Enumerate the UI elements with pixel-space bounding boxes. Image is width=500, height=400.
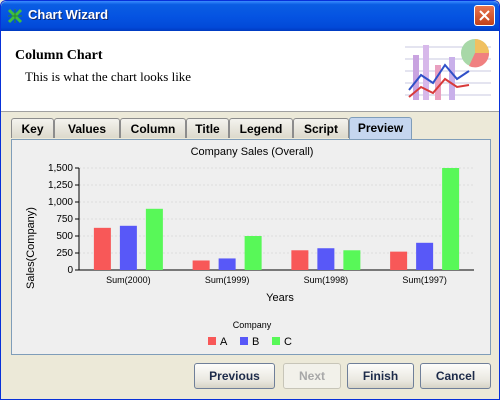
x-tick-label: Sum(1999) (205, 275, 250, 285)
tab-script[interactable]: Script (293, 118, 349, 138)
y-tick-label: 1,000 (48, 197, 73, 208)
chart-title: Company Sales (Overall) (191, 146, 314, 158)
legend-label-a: A (220, 336, 228, 348)
y-tick-label: 1,250 (48, 180, 73, 191)
bar-b-1 (218, 258, 236, 270)
bar-b-0 (119, 225, 137, 270)
y-tick-label: 750 (56, 214, 73, 225)
legend-title: Company (233, 320, 272, 330)
legend-label-b: B (252, 336, 259, 348)
bar-a-3 (390, 251, 408, 270)
close-icon (479, 10, 490, 21)
next-button[interactable]: Next (283, 363, 341, 389)
bar-b-3 (416, 242, 434, 270)
previous-button[interactable]: Previous (194, 363, 275, 389)
y-tick-label: 0 (67, 265, 73, 276)
tab-title[interactable]: Title (186, 118, 229, 138)
y-tick-label: 500 (56, 231, 73, 242)
window-title: Chart Wizard (28, 7, 109, 22)
button-row: Previous Next Finish Cancel (1, 363, 499, 399)
bar-a-0 (93, 227, 111, 270)
bar-a-1 (192, 260, 210, 270)
chart-wizard-icon (7, 8, 23, 24)
bar-a-2 (291, 250, 309, 270)
x-tick-label: Sum(1998) (304, 275, 349, 285)
y-axis-label: Sales(Company) (25, 207, 37, 289)
close-button[interactable] (474, 5, 495, 26)
chart-wizard-window: Chart Wizard Column Chart This is what t… (0, 0, 500, 400)
x-tick-label: Sum(1997) (402, 275, 447, 285)
bar-c-1 (244, 236, 262, 270)
header-subtitle: This is what the chart looks like (25, 69, 192, 84)
tab-column[interactable]: Column (120, 118, 186, 138)
bar-b-2 (317, 248, 335, 270)
legend-swatch-c (272, 337, 280, 345)
column-chart: Company Sales (Overall) 0 250 500 750 1,000 1… (25, 146, 474, 348)
tab-preview[interactable]: Preview (349, 117, 412, 140)
y-tick-label: 250 (56, 248, 73, 259)
y-tick-label: 1,500 (48, 163, 73, 174)
cancel-button[interactable]: Cancel (420, 363, 491, 389)
bar-c-2 (343, 250, 361, 270)
x-axis-label: Years (266, 292, 294, 304)
title-bar[interactable]: Chart Wizard (1, 1, 499, 31)
bar-c-3 (442, 168, 460, 270)
tab-key[interactable]: Key (11, 118, 54, 138)
tab-legend[interactable]: Legend (229, 118, 293, 138)
header-title: Column Chart (15, 48, 103, 63)
preview-panel: Company Sales (Overall) 0 250 500 750 1,000 1… (11, 139, 491, 355)
bar-c-0 (145, 208, 163, 270)
legend-label-c: C (284, 336, 292, 348)
chart-graphic-icon (405, 39, 491, 100)
tab-values[interactable]: Values (54, 118, 120, 138)
legend-swatch-a (208, 337, 216, 345)
x-tick-label: Sum(2000) (106, 275, 151, 285)
finish-button[interactable]: Finish (347, 363, 414, 389)
legend-swatch-b (240, 337, 248, 345)
